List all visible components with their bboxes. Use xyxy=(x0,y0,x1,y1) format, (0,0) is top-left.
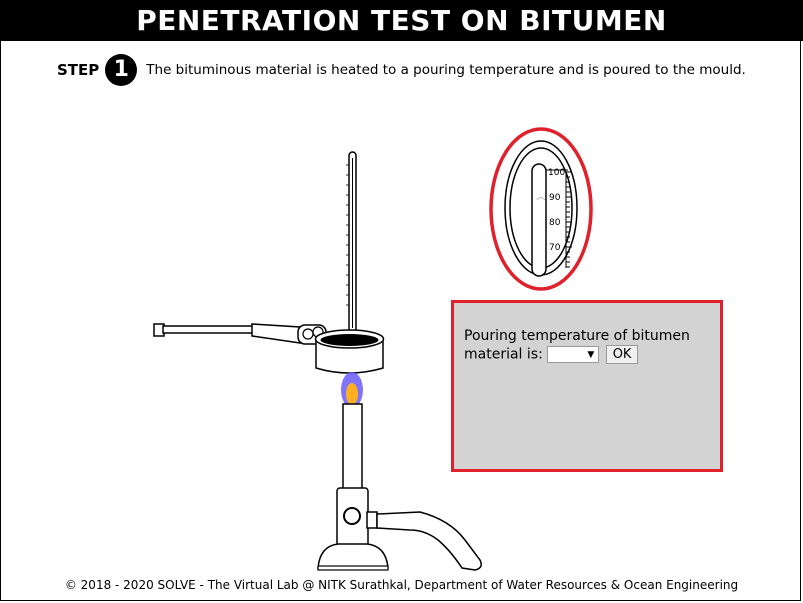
temperature-select[interactable]: ▼ xyxy=(547,346,600,363)
temperature-input-panel: Pouring temperature of bitumen material … xyxy=(451,300,723,472)
footer-copyright: © 2018 - 2020 SOLVE - The Virtual Lab @ … xyxy=(64,578,739,592)
scale-label-80: 80 xyxy=(549,218,561,228)
pot-handle-icon xyxy=(153,323,327,345)
triangle-down-icon: ▼ xyxy=(587,350,595,360)
scale-label-90: 90 xyxy=(549,193,561,203)
ok-button[interactable]: OK xyxy=(605,345,639,364)
thermometer-zoom-icon: 100 90 80 70 xyxy=(489,127,593,291)
scale-label-70: 70 xyxy=(549,243,561,253)
scale-label-100: 100 xyxy=(548,168,565,178)
thermometer-icon xyxy=(346,151,357,335)
temperature-prompt: Pouring temperature of bitumen material … xyxy=(464,328,714,364)
bitumen-pot-icon xyxy=(314,329,385,374)
flame-icon xyxy=(341,372,363,408)
